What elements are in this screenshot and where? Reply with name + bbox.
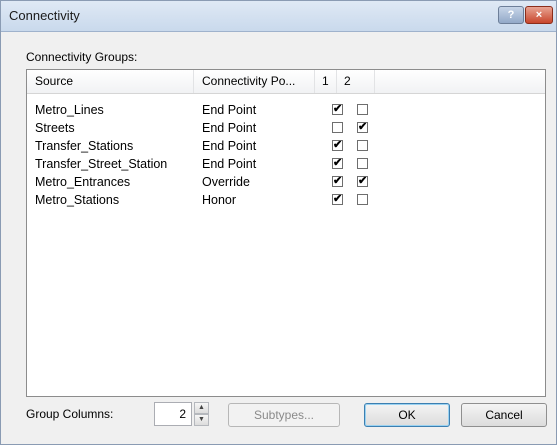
policy-cell[interactable]: End Point xyxy=(202,102,256,119)
table-row[interactable]: Metro_Entrances Override ✔ ✔ xyxy=(27,174,545,191)
source-cell: Transfer_Stations xyxy=(35,139,134,153)
column-header-source[interactable]: Source xyxy=(27,70,194,93)
group-1-checkbox[interactable]: ✔ xyxy=(332,194,343,205)
source-cell: Transfer_Street_Station xyxy=(35,157,168,171)
group-1-checkbox[interactable]: ✔ xyxy=(332,140,343,151)
source-cell: Streets xyxy=(35,121,75,135)
subtypes-button[interactable]: Subtypes... xyxy=(228,403,340,427)
group-1-checkbox[interactable]: ✔ xyxy=(332,158,343,169)
group-2-checkbox[interactable]: ✔ xyxy=(357,122,368,133)
table-row[interactable]: Metro_Stations Honor ✔ xyxy=(27,192,545,209)
column-header-connectivity-policy[interactable]: Connectivity Po... xyxy=(194,70,315,93)
connectivity-groups-label: Connectivity Groups: xyxy=(26,50,138,64)
policy-cell[interactable]: Honor xyxy=(202,192,236,209)
connectivity-groups-list[interactable]: Source Connectivity Po... 1 2 Metro_Line… xyxy=(26,69,546,397)
group-columns-label: Group Columns: xyxy=(26,407,114,421)
group-columns-input[interactable]: 2 xyxy=(154,402,192,426)
group-1-checkbox[interactable] xyxy=(332,122,343,133)
help-icon: ? xyxy=(507,9,515,21)
group-2-checkbox[interactable] xyxy=(357,194,368,205)
help-button[interactable]: ? xyxy=(498,6,524,24)
policy-cell[interactable]: End Point xyxy=(202,156,256,173)
group-1-checkbox[interactable]: ✔ xyxy=(332,176,343,187)
ok-button[interactable]: OK xyxy=(364,403,450,427)
spin-up-icon[interactable]: ▲ xyxy=(194,402,209,414)
source-cell: Metro_Lines xyxy=(35,103,104,117)
policy-cell[interactable]: End Point xyxy=(202,138,256,155)
close-icon: × xyxy=(535,9,543,21)
spin-down-icon[interactable]: ▼ xyxy=(194,414,209,426)
table-row[interactable]: Transfer_Street_Station End Point ✔ xyxy=(27,156,545,173)
column-header-group-2[interactable]: 2 xyxy=(337,70,375,93)
table-row[interactable]: Metro_Lines End Point ✔ xyxy=(27,102,545,119)
close-button[interactable]: × xyxy=(525,6,553,24)
list-header: Source Connectivity Po... 1 2 xyxy=(27,70,545,94)
table-row[interactable]: Transfer_Stations End Point ✔ xyxy=(27,138,545,155)
policy-cell[interactable]: End Point xyxy=(202,120,256,137)
title-bar: Connectivity ? × xyxy=(1,1,556,32)
source-cell: Metro_Entrances xyxy=(35,175,131,189)
source-cell: Metro_Stations xyxy=(35,193,120,207)
group-1-checkbox[interactable]: ✔ xyxy=(332,104,343,115)
window-title: Connectivity xyxy=(9,8,80,23)
connectivity-dialog: Connectivity ? × Connectivity Groups: So… xyxy=(0,0,557,445)
policy-cell[interactable]: Override xyxy=(202,174,250,191)
group-2-checkbox[interactable] xyxy=(357,158,368,169)
group-2-checkbox[interactable]: ✔ xyxy=(357,176,368,187)
group-2-checkbox[interactable] xyxy=(357,140,368,151)
group-columns-spinner: ▲ ▼ xyxy=(194,402,209,426)
table-row[interactable]: Streets End Point ✔ xyxy=(27,120,545,137)
cancel-button[interactable]: Cancel xyxy=(461,403,547,427)
column-header-group-1[interactable]: 1 xyxy=(315,70,337,93)
group-2-checkbox[interactable] xyxy=(357,104,368,115)
